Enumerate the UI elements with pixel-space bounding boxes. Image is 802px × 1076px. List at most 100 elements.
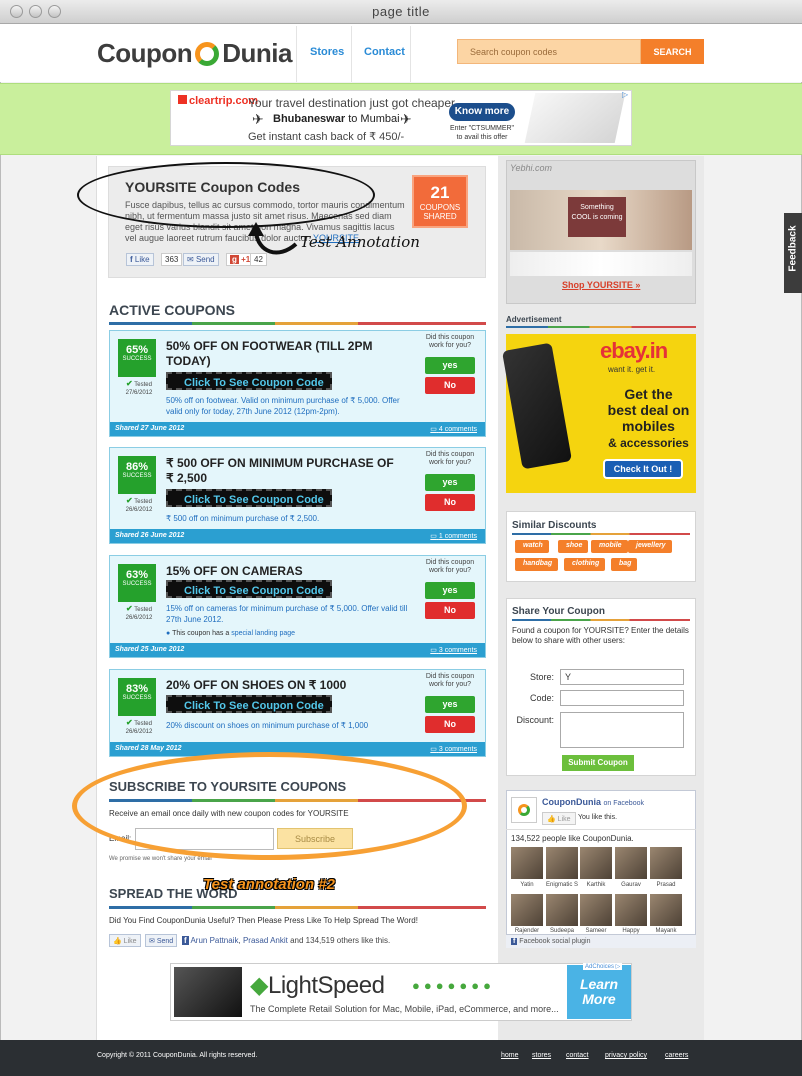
vote-yes-button[interactable]: yes bbox=[425, 696, 475, 713]
friend-link[interactable]: Prasad Ankit bbox=[243, 936, 288, 945]
nav-stores[interactable]: Stores bbox=[310, 46, 344, 58]
tag-bag[interactable]: bag bbox=[611, 558, 638, 571]
success-label: SUCCESS bbox=[122, 473, 152, 479]
check-it-out-button[interactable]: Check It Out ! bbox=[603, 459, 683, 479]
vote-no-button[interactable]: No bbox=[425, 377, 475, 394]
vote-yes-button[interactable]: yes bbox=[425, 357, 475, 374]
coupon-card: 65% SUCCESS ✔ Tested 27/6/2012 50% OFF ON … bbox=[109, 330, 486, 437]
tag-mobile[interactable]: mobile bbox=[591, 540, 628, 553]
like-count: 363 bbox=[161, 253, 183, 266]
submit-coupon-button[interactable]: Submit Coupon bbox=[562, 755, 634, 771]
friend-avatar[interactable] bbox=[615, 847, 647, 879]
comments-link[interactable]: ▭ 4 comments bbox=[430, 425, 477, 433]
search-input[interactable]: Search coupon codes bbox=[457, 39, 641, 64]
code-label: Code: bbox=[529, 693, 554, 703]
coupon-description: 15% off on cameras for minimum purchase … bbox=[166, 604, 408, 624]
store-field[interactable]: Y bbox=[560, 669, 684, 685]
footer-link-stores[interactable]: stores bbox=[532, 1052, 551, 1059]
fb-like-button[interactable]: 👍 Like bbox=[109, 934, 141, 947]
landing-page-note: ● This coupon has a special landing page bbox=[166, 630, 295, 637]
friend-avatar[interactable] bbox=[511, 847, 543, 879]
fb-plugin-link[interactable]: Facebook social plugin bbox=[519, 938, 590, 945]
tag-shoe[interactable]: shoe bbox=[558, 540, 589, 553]
friend-avatar[interactable] bbox=[615, 894, 647, 926]
see-coupon-code-button[interactable]: Click To See Coupon Code bbox=[166, 489, 332, 507]
promo-line-1: Enter "CTSUMMER" bbox=[449, 125, 515, 132]
footer-link-home[interactable]: home bbox=[501, 1052, 519, 1059]
discount-field[interactable] bbox=[560, 712, 684, 748]
vote-no-button[interactable]: No bbox=[425, 716, 475, 733]
footer-link-contact[interactable]: contact bbox=[566, 1052, 589, 1059]
fb-like-button[interactable]: f Like bbox=[126, 253, 154, 266]
cleartrip-logo: cleartrip.com bbox=[178, 95, 258, 107]
comments-link[interactable]: ▭ 3 comments bbox=[430, 745, 477, 753]
ebay-headline-line: best deal on bbox=[607, 402, 690, 418]
nav-divider bbox=[410, 26, 411, 82]
vote-no-button[interactable]: No bbox=[425, 494, 475, 511]
tag-jewellery[interactable]: jewellery bbox=[628, 540, 672, 553]
landing-page-link[interactable]: special landing page bbox=[231, 630, 295, 637]
friend-name[interactable]: Yatin bbox=[510, 882, 544, 888]
see-coupon-code-button[interactable]: Click To See Coupon Code bbox=[166, 580, 332, 598]
yebhi-banner-text: Something COOL is coming bbox=[568, 197, 626, 237]
adchoices-icon[interactable]: ▷ bbox=[622, 90, 628, 99]
tag-handbag[interactable]: handbag bbox=[515, 558, 559, 571]
friend-avatar[interactable] bbox=[511, 894, 543, 926]
fb-page-title: CouponDunia on Facebook bbox=[542, 797, 644, 807]
lightspeed-tagline: The Complete Retail Solution for Mac, Mo… bbox=[250, 1004, 559, 1014]
see-coupon-code-button[interactable]: Click To See Coupon Code bbox=[166, 695, 332, 713]
know-more-button[interactable]: Know more bbox=[449, 103, 515, 121]
coupon-description: 50% off on footwear. Valid on minimum pu… bbox=[166, 396, 400, 416]
feedback-tab[interactable]: Feedback bbox=[784, 213, 802, 293]
active-coupons-heading: ACTIVE COUPONS bbox=[109, 302, 236, 318]
comment-icon: ▭ bbox=[430, 746, 437, 753]
friend-avatar[interactable] bbox=[546, 894, 578, 926]
send-label: Send bbox=[156, 938, 174, 945]
vote-no-button[interactable]: No bbox=[425, 602, 475, 619]
vote-yes-button[interactable]: yes bbox=[425, 582, 475, 599]
friend-avatar[interactable] bbox=[650, 894, 682, 926]
adchoices-icon[interactable]: AdChoices ▷ bbox=[583, 963, 623, 970]
friend-avatar[interactable] bbox=[650, 847, 682, 879]
feature-icons: ●●●●●●● bbox=[412, 978, 495, 993]
nav-contact[interactable]: Contact bbox=[364, 46, 405, 58]
tag-watch[interactable]: watch bbox=[515, 540, 549, 553]
share-coupon-form: Store: Y Code: Discount: bbox=[506, 668, 696, 758]
friend-name[interactable]: Prasad bbox=[649, 882, 683, 888]
learn-more-button[interactable]: Learn More bbox=[567, 965, 631, 1019]
friend-avatar[interactable] bbox=[580, 847, 612, 879]
code-field[interactable] bbox=[560, 690, 684, 706]
site-logo[interactable]: Coupon Dunia bbox=[97, 38, 292, 69]
comments-link[interactable]: ▭ 1 comments bbox=[430, 532, 477, 540]
friends-like-text: f Arun Pattnaik, Prasad Ankit and 134,51… bbox=[182, 936, 391, 945]
friend-name[interactable]: Gaurav bbox=[614, 882, 648, 888]
tag-clothing[interactable]: clothing bbox=[564, 558, 606, 571]
comment-icon: ▭ bbox=[430, 426, 437, 433]
vote-yes-button[interactable]: yes bbox=[425, 474, 475, 491]
fb-on-facebook: on Facebook bbox=[603, 800, 644, 807]
footer-link-careers[interactable]: careers bbox=[665, 1052, 688, 1059]
friend-name[interactable]: Karthik bbox=[579, 882, 613, 888]
fb-like-button[interactable]: 👍 Like bbox=[542, 812, 576, 825]
fb-page-name[interactable]: CouponDunia bbox=[542, 797, 601, 807]
fb-send-button[interactable]: ✉ Send bbox=[183, 253, 219, 266]
logo-text-coupon: Coupon bbox=[97, 38, 193, 68]
section-rule bbox=[109, 906, 486, 909]
coupondunia-avatar bbox=[511, 797, 537, 823]
ad-route: Bhubaneswar to Mumbai bbox=[273, 113, 400, 125]
friend-link[interactable]: Arun Pattnaik bbox=[190, 936, 238, 945]
landing-prefix: This coupon has a bbox=[172, 630, 230, 637]
coupon-title: ₹ 500 OFF ON MINIMUM PURCHASE OF ₹ 2,500 bbox=[166, 456, 394, 485]
friend-avatar[interactable] bbox=[546, 847, 578, 879]
shop-store-link[interactable]: Shop YOURSITE » bbox=[562, 280, 640, 290]
success-rate: 65% bbox=[125, 344, 149, 356]
footer-link-privacy[interactable]: privacy policy bbox=[605, 1052, 647, 1059]
friend-avatar[interactable] bbox=[580, 894, 612, 926]
see-coupon-code-button[interactable]: Click To See Coupon Code bbox=[166, 372, 332, 390]
cleartrip-logo-icon bbox=[178, 95, 187, 104]
search-button[interactable]: SEARCH bbox=[641, 39, 704, 64]
coupon-footer: Shared 25 June 2012 ▭ 3 comments bbox=[110, 643, 485, 657]
comments-link[interactable]: ▭ 3 comments bbox=[430, 646, 477, 654]
fb-send-button[interactable]: ✉ Send bbox=[145, 934, 178, 947]
friend-name[interactable]: Enigmatic S bbox=[545, 882, 579, 888]
